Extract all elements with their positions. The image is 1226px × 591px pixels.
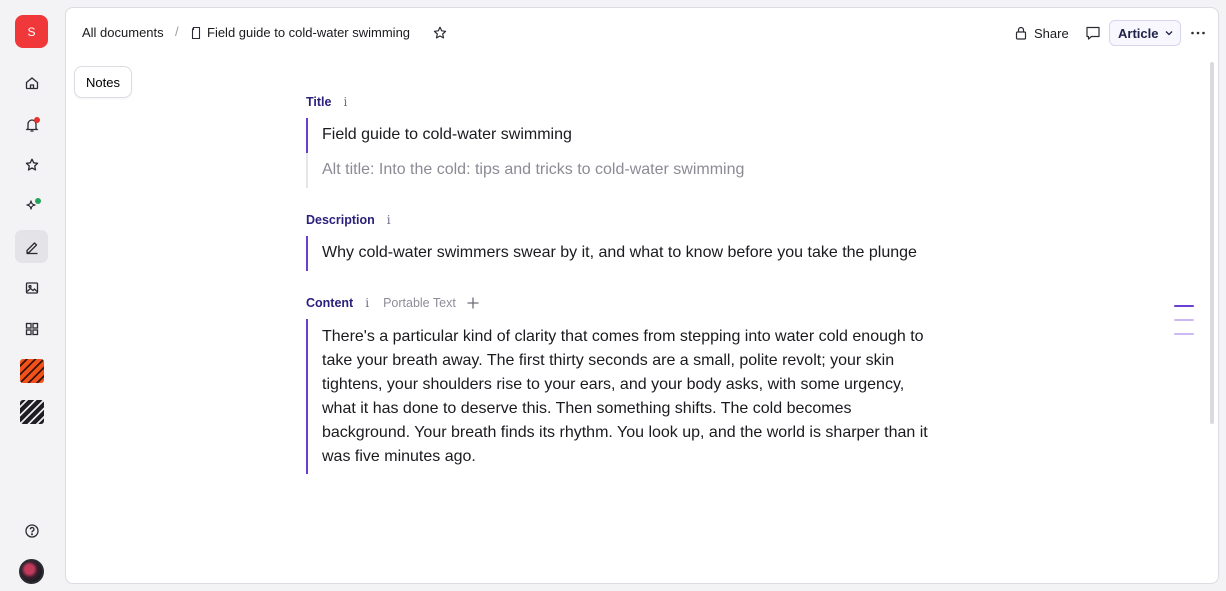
share-label: Share bbox=[1034, 25, 1069, 41]
document-type-label: Article bbox=[1118, 25, 1159, 41]
edit-icon bbox=[25, 241, 37, 254]
content-field-label: Content i Portable Text bbox=[306, 296, 480, 310]
apps-button[interactable] bbox=[15, 312, 48, 345]
outline-minimap[interactable] bbox=[1174, 305, 1194, 347]
minimap-line-active bbox=[1174, 305, 1194, 307]
ai-status-badge bbox=[35, 198, 41, 204]
ai-assist-button[interactable] bbox=[15, 189, 48, 222]
minimap-line bbox=[1174, 319, 1194, 321]
notes-button[interactable]: Notes bbox=[74, 66, 132, 98]
breadcrumb-separator: / bbox=[175, 24, 179, 39]
content-body[interactable]: There's a particular kind of clarity tha… bbox=[322, 325, 972, 469]
home-button[interactable] bbox=[15, 66, 48, 99]
description-input[interactable]: Why cold-water swimmers swear by it, and… bbox=[322, 242, 917, 264]
content-line: tightens, your shoulders rise to your ea… bbox=[322, 376, 905, 393]
title-field: Field guide to cold-water swimming Alt t… bbox=[306, 118, 1006, 188]
structure-button[interactable] bbox=[15, 230, 48, 263]
favorites-button[interactable] bbox=[15, 148, 48, 181]
title-field-label: Title i bbox=[306, 95, 347, 109]
dark-workspace-icon bbox=[19, 399, 44, 424]
star-icon[interactable] bbox=[432, 25, 448, 41]
notification-badge bbox=[34, 117, 40, 123]
description-field: Why cold-water swimmers swear by it, and… bbox=[306, 236, 1006, 271]
notifications-button[interactable] bbox=[15, 108, 48, 141]
document-icon bbox=[191, 26, 201, 40]
media-button[interactable] bbox=[15, 271, 48, 304]
home-icon bbox=[25, 76, 38, 89]
avatar[interactable] bbox=[19, 559, 44, 584]
image-icon bbox=[25, 281, 38, 294]
alt-title-bar bbox=[306, 153, 308, 188]
description-info-icon[interactable]: i bbox=[387, 213, 391, 227]
share-button[interactable]: Share bbox=[1011, 22, 1073, 44]
workspace-dark-button[interactable] bbox=[15, 395, 48, 428]
title-accent-bar bbox=[306, 118, 308, 153]
description-field-label: Description i bbox=[306, 213, 391, 227]
document-header: All documents / Field guide to cold-wate… bbox=[66, 8, 1218, 58]
help-icon bbox=[24, 523, 39, 538]
content-line: was five minutes ago. bbox=[322, 448, 476, 465]
orange-workspace-icon bbox=[19, 358, 44, 383]
chevron-down-icon bbox=[1166, 31, 1173, 36]
title-info-icon[interactable]: i bbox=[343, 95, 347, 109]
breadcrumb-document-title[interactable]: Field guide to cold-water swimming bbox=[207, 25, 410, 40]
alt-title-input[interactable]: Alt title: Into the cold: tips and trick… bbox=[322, 159, 744, 181]
star-icon bbox=[25, 158, 38, 171]
grid-icon bbox=[25, 322, 38, 335]
breadcrumb-all-documents[interactable]: All documents bbox=[82, 25, 164, 40]
content-field[interactable]: There's a particular kind of clarity tha… bbox=[306, 319, 1006, 474]
help-button[interactable] bbox=[15, 514, 48, 547]
more-options-icon[interactable] bbox=[1189, 24, 1207, 42]
description-label: Description bbox=[306, 213, 375, 227]
comment-icon[interactable] bbox=[1084, 24, 1102, 42]
content-line: what it has done to deserve this. Then s… bbox=[322, 400, 852, 417]
content-line: There's a particular kind of clarity tha… bbox=[322, 328, 924, 345]
content-label: Content bbox=[306, 296, 354, 310]
document-type-select[interactable]: Article bbox=[1109, 20, 1181, 46]
left-rail: S bbox=[0, 0, 64, 591]
portable-text-label: Portable Text bbox=[383, 296, 456, 310]
title-label: Title bbox=[306, 95, 332, 109]
content-info-icon[interactable]: i bbox=[365, 296, 369, 310]
content-line: background. Your breath finds its rhythm… bbox=[322, 424, 928, 441]
scrollbar[interactable] bbox=[1210, 62, 1214, 424]
lock-icon bbox=[1015, 26, 1027, 40]
minimap-line bbox=[1174, 333, 1194, 335]
content-line: take your breath away. The first thirty … bbox=[322, 352, 895, 369]
title-input[interactable]: Field guide to cold-water swimming bbox=[322, 124, 572, 146]
plus-icon[interactable] bbox=[466, 296, 480, 310]
app-logo[interactable]: S bbox=[15, 15, 48, 48]
document-panel: All documents / Field guide to cold-wate… bbox=[65, 7, 1219, 584]
workspace-orange-button[interactable] bbox=[15, 354, 48, 387]
